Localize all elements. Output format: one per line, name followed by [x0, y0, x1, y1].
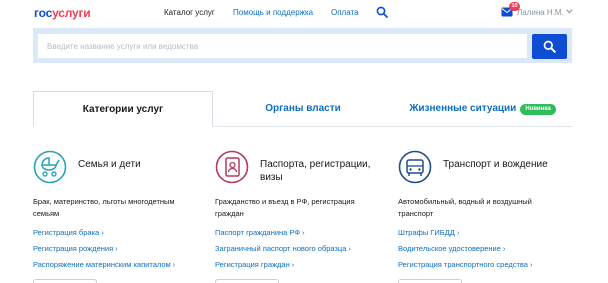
car-icon[interactable] — [398, 150, 432, 184]
link-rf-passport[interactable]: Паспорт гражданина РФ › — [215, 228, 305, 237]
chevron-right-icon: › — [348, 244, 351, 253]
link-traffic-fines[interactable]: Штрафы ГИБДД › — [398, 228, 459, 237]
chevron-right-icon: › — [291, 260, 295, 269]
baby-carriage-icon[interactable] — [33, 150, 67, 184]
link-vehicle-registration[interactable]: Регистрация транспортного средства › — [398, 260, 532, 269]
tab-life-situations-label: Жизненные ситуации — [409, 103, 517, 114]
link-birth-registration[interactable]: Регистрация рождения › — [33, 244, 118, 253]
chevron-right-icon: › — [101, 228, 104, 237]
nav-payment-link[interactable]: Оплата — [331, 8, 359, 17]
link-citizen-registration[interactable]: Регистрация граждан › — [215, 260, 294, 269]
category-more-button[interactable] — [398, 279, 462, 283]
tab-categories[interactable]: Категории услуг — [33, 91, 213, 127]
category-more-button[interactable] — [215, 279, 279, 283]
new-badge: Новинка — [520, 104, 556, 115]
category-title[interactable]: Транспорт и вождение — [443, 158, 573, 171]
category-description: Гражданство и въезд в РФ, регистрация гр… — [215, 197, 355, 218]
tab-life-situations[interactable]: Жизненные ситуации Новинка — [393, 91, 572, 127]
chevron-right-icon: › — [502, 244, 506, 253]
passport-icon[interactable] — [215, 150, 249, 184]
tab-authorities[interactable]: Органы власти — [213, 91, 393, 127]
category-description: Автомобильный, водный и воздушный трансп… — [398, 197, 532, 218]
link-foreign-passport[interactable]: Заграничный паспорт нового образца › — [215, 244, 351, 253]
link-maternity-capital[interactable]: Распоряжение материнским капиталом › — [33, 260, 175, 269]
top-header: госуслуги Каталог услуг Помощь и поддерж… — [0, 0, 608, 26]
gosuslugi-logo[interactable]: госуслуги — [34, 6, 91, 20]
chevron-right-icon: › — [302, 228, 305, 237]
category-title[interactable]: Семья и дети — [78, 158, 208, 171]
nav-help-link[interactable]: Помощь и поддержка — [233, 8, 313, 17]
user-name[interactable]: Лалина Н.М. — [517, 8, 564, 17]
search-icon — [543, 40, 556, 53]
chevron-right-icon: › — [172, 260, 176, 269]
category-more-button[interactable] — [33, 279, 97, 283]
link-marriage-registration[interactable]: Регистрация брака › — [33, 228, 104, 237]
category-title[interactable]: Паспорта, регистрации, визы — [260, 158, 390, 184]
chevron-right-icon: › — [529, 260, 533, 269]
chevron-right-icon: › — [456, 228, 460, 237]
nav-catalog-link[interactable]: Каталог услуг — [164, 8, 215, 17]
chevron-down-icon[interactable] — [566, 9, 573, 14]
link-driver-license[interactable]: Водительское удостоверение › — [398, 244, 505, 253]
search-button[interactable] — [532, 34, 567, 59]
search-icon[interactable] — [376, 6, 388, 18]
chevron-right-icon: › — [115, 244, 118, 253]
search-input[interactable] — [38, 34, 527, 58]
category-description: Брак, материнство, льготы многодетным се… — [33, 197, 175, 218]
